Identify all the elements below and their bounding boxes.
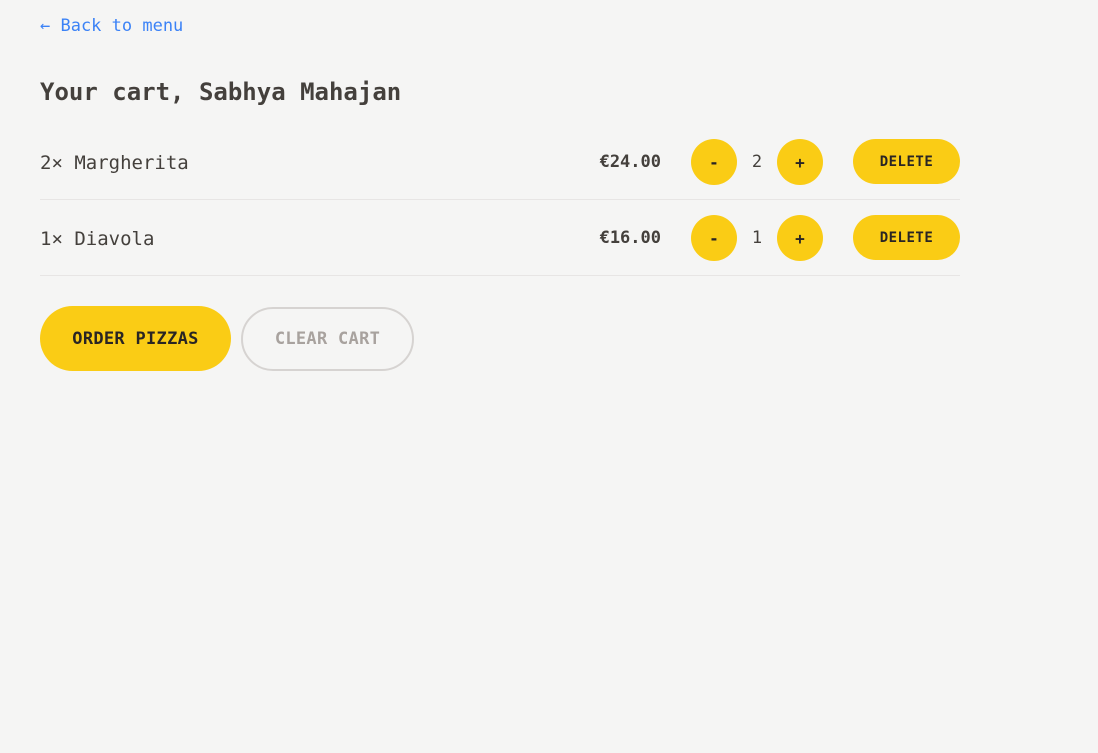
item-name: 1× Diavola xyxy=(40,228,155,250)
increase-quantity-button[interactable]: + xyxy=(777,139,823,185)
decrease-quantity-button[interactable]: - xyxy=(691,215,737,261)
cart-list: 2× Margherita €24.00 - 2 + DELETE 1× Dia… xyxy=(40,124,960,276)
page-title: Your cart, Sabhya Mahajan xyxy=(40,78,402,106)
back-to-menu-link[interactable]: ← Back to menu xyxy=(40,15,183,37)
item-price: €24.00 xyxy=(599,152,661,172)
cart-page: ← Back to menu Your cart, Sabhya Mahajan… xyxy=(0,0,1098,753)
delete-item-button[interactable]: DELETE xyxy=(853,215,960,260)
increase-quantity-button[interactable]: + xyxy=(777,215,823,261)
cart-item-margherita: 2× Margherita €24.00 - 2 + DELETE xyxy=(40,124,960,200)
clear-cart-button[interactable]: CLEAR CART xyxy=(241,307,414,371)
order-pizzas-button[interactable]: ORDER PIZZAS xyxy=(40,306,231,371)
item-name: 2× Margherita xyxy=(40,152,189,174)
delete-item-button[interactable]: DELETE xyxy=(853,139,960,184)
item-price: €16.00 xyxy=(599,228,661,248)
decrease-quantity-button[interactable]: - xyxy=(691,139,737,185)
item-quantity: 2 xyxy=(751,152,763,172)
item-quantity: 1 xyxy=(751,228,763,248)
cart-item-diavola: 1× Diavola €16.00 - 1 + DELETE xyxy=(40,200,960,276)
